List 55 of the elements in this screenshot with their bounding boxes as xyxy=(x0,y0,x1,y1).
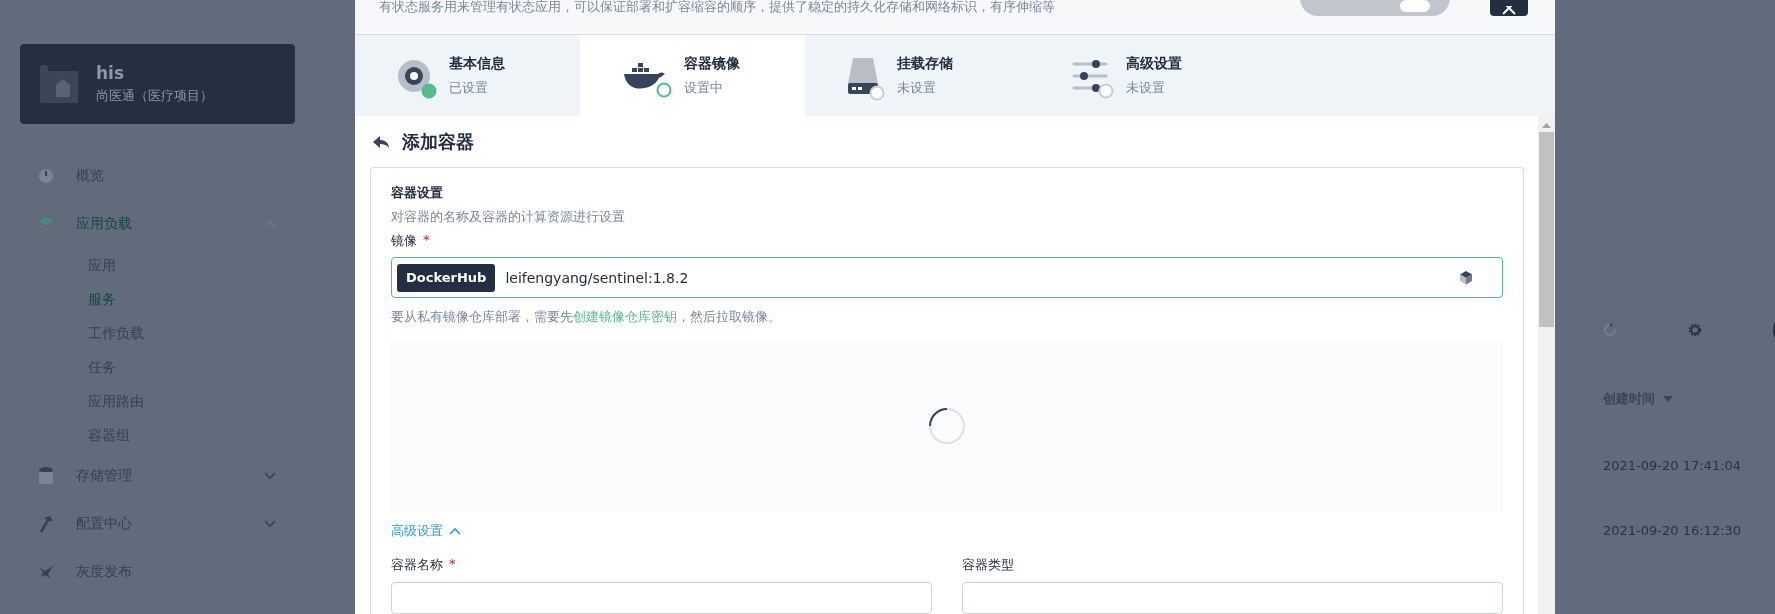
required-mark: * xyxy=(449,556,456,573)
field-label: 容器名称 xyxy=(391,556,443,574)
table-cell-text: 2021-09-20 16:12:30 xyxy=(1602,523,1743,538)
chevron-icon xyxy=(264,220,276,228)
close-icon xyxy=(1501,6,1517,16)
section-title: 容器设置 xyxy=(391,184,444,202)
nav-subitem[interactable]: 服务 xyxy=(38,282,355,316)
chevron-icon xyxy=(449,527,461,535)
step-tab[interactable]: 基本信息 已设置 xyxy=(355,35,580,116)
nav-item[interactable]: 应用负载 xyxy=(38,200,276,248)
project-card[interactable]: his 尚医通（医疗项目） xyxy=(20,44,295,124)
layers-icon xyxy=(38,216,54,232)
spinner-icon xyxy=(928,407,966,445)
project-description: 尚医通（医疗项目） xyxy=(96,87,213,105)
refresh-icon[interactable] xyxy=(1603,323,1617,337)
table-cell-text: 2021-09-20 17:41:04 xyxy=(1602,458,1743,473)
step-title: 容器镜像 xyxy=(684,54,740,73)
step-tab[interactable]: 挂载存储 未设置 xyxy=(805,35,1030,116)
step-title: 挂载存储 xyxy=(897,54,953,73)
step-status: 已设置 xyxy=(449,78,489,97)
step-tab[interactable]: 高级设置 未设置 xyxy=(1030,35,1255,116)
disc-icon xyxy=(397,58,431,93)
modal-description: 有状态服务用来管理有状态应用，可以保证部署和扩容缩容的顺序，提供了稳定的持久化存储和网络标识，有序伸缩等 xyxy=(379,0,1055,16)
chevron-icon xyxy=(264,472,276,480)
registry-button[interactable]: DockerHub xyxy=(397,263,496,292)
field-label: 镜像 xyxy=(391,232,417,250)
page-title: 添加容器 xyxy=(402,129,474,154)
hint-text: 要从私有镜像仓库部署，需要先创建镜像仓库密钥，然后拉取镜像。 xyxy=(391,308,782,326)
sort-caret-icon[interactable] xyxy=(1663,396,1673,402)
hard-drive-icon xyxy=(847,56,879,95)
input-field[interactable] xyxy=(391,582,932,614)
advanced-toggle[interactable]: 高级设置 xyxy=(391,522,461,540)
step-status: 设置中 xyxy=(684,78,724,97)
settings-icon[interactable] xyxy=(1687,322,1703,338)
input-field[interactable] xyxy=(962,582,1503,614)
hammer-icon xyxy=(38,515,54,533)
step-title: 高级设置 xyxy=(1126,54,1182,73)
gauge-icon xyxy=(38,168,54,184)
database-icon xyxy=(38,467,54,485)
project-name: his xyxy=(96,63,126,83)
step-title: 基本信息 xyxy=(449,54,505,73)
scrollbar[interactable] xyxy=(1538,116,1555,614)
cube-icon[interactable] xyxy=(1459,270,1473,285)
step-status: 未设置 xyxy=(1126,78,1166,97)
required-mark: * xyxy=(423,232,430,249)
scroll-up-icon[interactable] xyxy=(1542,122,1551,128)
chevron-icon xyxy=(264,520,276,528)
sliders-icon xyxy=(1072,58,1108,93)
section-description: 对容器的名称及容器的计算资源进行设置 xyxy=(391,208,626,226)
image-field[interactable]: DockerHub leifengyang/sentinel:1.8.2 xyxy=(391,257,1503,298)
project-icon xyxy=(40,65,78,103)
field-label: 容器类型 xyxy=(962,556,1014,574)
step-status: 未设置 xyxy=(897,78,937,97)
back-arrow-icon[interactable] xyxy=(372,134,390,149)
step-tab[interactable]: 容器镜像 设置中 xyxy=(580,35,805,116)
